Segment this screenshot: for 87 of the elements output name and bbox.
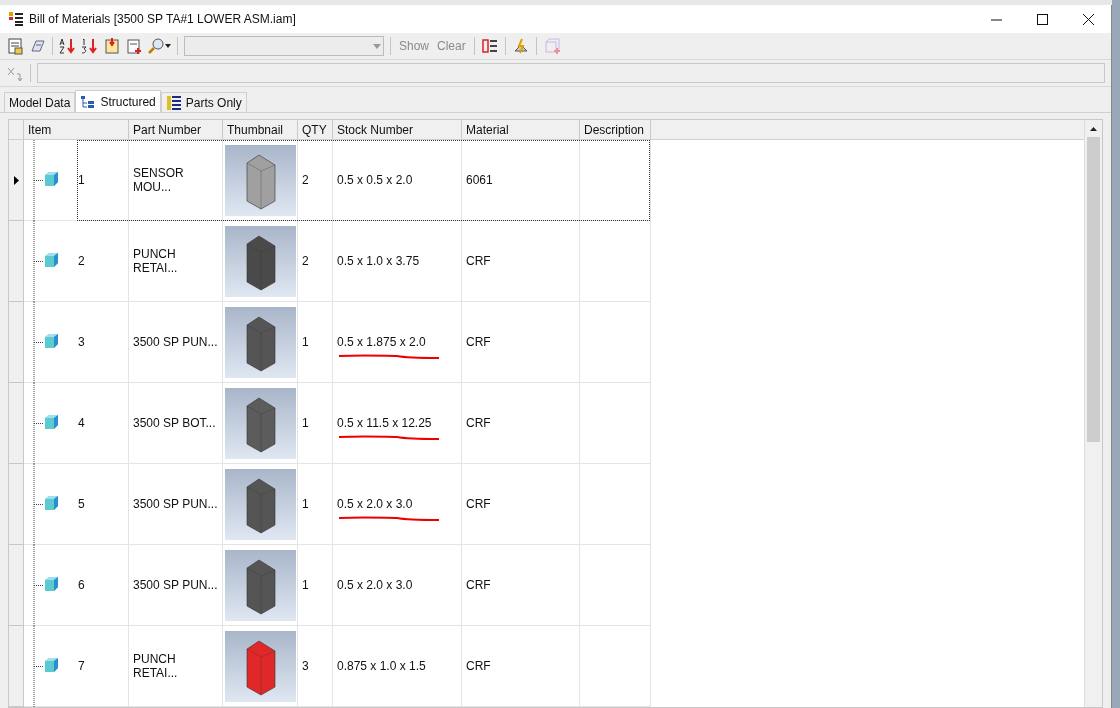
quantity: 3 — [302, 659, 309, 673]
close-icon — [1082, 13, 1094, 25]
caret-icon[interactable] — [165, 44, 171, 48]
part-cube-icon — [45, 657, 58, 672]
material: CRF — [466, 497, 491, 511]
bom-app-icon — [8, 11, 24, 27]
row-header[interactable] — [9, 383, 24, 464]
quantity: 1 — [302, 335, 309, 349]
quantity: 2 — [302, 173, 309, 187]
part-number: PUNCH RETAI... — [133, 652, 179, 680]
item-number: 3 — [78, 335, 85, 349]
view-tab[interactable]: Structured — [75, 90, 161, 112]
part-number: 3500 SP PUN... — [133, 335, 218, 349]
scroll-up-icon[interactable] — [1090, 126, 1097, 131]
stock-number: 0.5 x 1.875 x 2.0 — [337, 335, 426, 349]
cube-add-icon[interactable] — [542, 37, 561, 55]
scrollbar-thumb[interactable] — [1087, 137, 1100, 442]
row-header[interactable] — [9, 302, 24, 383]
tree-structure-icon — [80, 94, 97, 109]
part-thumbnail — [225, 387, 296, 459]
view-tab[interactable]: Model Data — [4, 92, 76, 112]
list-icon — [165, 94, 182, 111]
part-cube-icon — [45, 414, 58, 429]
stock-number: 0.5 x 0.5 x 2.0 — [337, 173, 413, 187]
part-thumbnail — [225, 306, 296, 378]
row-header[interactable] — [9, 545, 24, 626]
view-tab[interactable]: Parts Only — [160, 92, 247, 112]
part-cube-icon — [45, 252, 58, 267]
material: CRF — [466, 416, 491, 430]
sort-az-icon[interactable] — [59, 37, 77, 55]
part-number: 3500 SP PUN... — [133, 578, 218, 592]
item-number: 2 — [78, 254, 85, 268]
eraser-icon[interactable] — [28, 37, 46, 55]
quantity: 2 — [302, 254, 309, 268]
part-cube-icon — [45, 576, 58, 591]
stock-number: 0.875 x 1.0 x 1.5 — [337, 659, 426, 673]
stock-number: 0.5 x 2.0 x 3.0 — [337, 578, 413, 592]
column-header[interactable]: Item — [24, 120, 129, 139]
stock-number: 0.5 x 1.0 x 3.75 — [337, 254, 420, 268]
column-header[interactable]: Material — [462, 120, 580, 139]
magnifier-icon[interactable] — [147, 37, 165, 55]
part-thumbnail — [225, 630, 296, 702]
dropdown-arrow-icon — [373, 43, 381, 49]
part-cube-icon — [45, 171, 58, 186]
quantity: 1 — [302, 497, 309, 511]
stock-number: 0.5 x 2.0 x 3.0 — [337, 497, 413, 511]
part-number: SENSOR MOU... — [133, 166, 185, 194]
part-thumbnail — [225, 468, 296, 540]
row-header[interactable] — [9, 221, 24, 302]
part-cube-icon — [45, 333, 58, 348]
column-header[interactable]: QTY — [298, 120, 333, 139]
part-thumbnail — [225, 549, 296, 621]
sort-numeric-icon[interactable] — [81, 37, 99, 55]
item-number: 6 — [78, 578, 85, 592]
maximize-icon — [1036, 13, 1048, 25]
material: 6061 — [466, 173, 493, 187]
item-number: 1 — [78, 173, 85, 187]
part-thumbnail — [225, 225, 296, 297]
row-header[interactable] — [9, 140, 24, 221]
item-number: 7 — [78, 659, 85, 673]
window-title: Bill of Materials [3500 SP TA#1 LOWER ASM.iam] — [29, 12, 296, 26]
tree-list-icon[interactable] — [480, 37, 499, 55]
report-icon[interactable] — [6, 37, 24, 55]
material: CRF — [466, 578, 491, 592]
part-cube-icon — [45, 495, 58, 510]
material: CRF — [466, 659, 491, 673]
stock-number: 0.5 x 11.5 x 12.25 — [337, 416, 432, 430]
quantity: 1 — [302, 578, 309, 592]
column-header[interactable]: Description — [580, 120, 651, 139]
part-number: 3500 SP BOT... — [133, 416, 216, 430]
item-number: 5 — [78, 497, 85, 511]
item-number: 4 — [78, 416, 85, 430]
material: CRF — [466, 254, 491, 268]
row-header[interactable] — [9, 464, 24, 545]
part-thumbnail — [225, 144, 296, 216]
column-header[interactable]: Stock Number — [333, 120, 462, 139]
quantity: 1 — [302, 416, 309, 430]
column-header[interactable]: Part Number — [129, 120, 223, 139]
current-row-icon — [13, 175, 19, 185]
expression-field[interactable] — [37, 63, 1105, 83]
row-header[interactable] — [9, 626, 24, 707]
document-add-icon[interactable] — [125, 37, 143, 55]
vertical-scrollbar[interactable] — [1084, 120, 1102, 707]
part-number: PUNCH RETAI... — [133, 247, 179, 275]
material: CRF — [466, 335, 491, 349]
column-header[interactable]: Thumbnail — [223, 120, 298, 139]
part-number: 3500 SP PUN... — [133, 497, 218, 511]
